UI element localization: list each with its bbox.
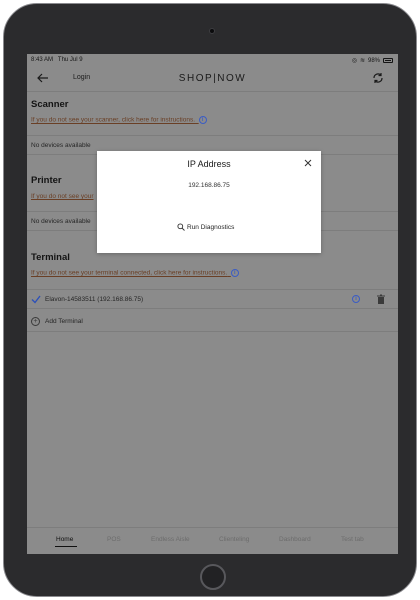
- printer-title: Printer: [31, 175, 62, 186]
- printer-empty-text: No devices available: [31, 218, 91, 225]
- search-icon: [177, 223, 185, 231]
- signal-icon: ◎: [351, 58, 357, 64]
- tab-home[interactable]: Home: [56, 536, 73, 543]
- battery-icon: [383, 58, 393, 63]
- info-icon[interactable]: i: [198, 116, 207, 124]
- dialog-title: IP Address: [187, 159, 231, 169]
- home-button[interactable]: [200, 564, 226, 590]
- ip-address-dialog: IP Address 192.168.86.75 Run Diagnostics: [97, 151, 321, 253]
- status-time: 8:43 AM: [31, 57, 54, 63]
- status-time-date: 8:43 AM Thu Jul 9: [31, 57, 83, 63]
- app-screen: 8:43 AM Thu Jul 9 ◎ ≋ 98% Login SHOP|NOW…: [27, 54, 398, 554]
- scanner-help-link[interactable]: If you do not see your scanner, click he…: [31, 116, 207, 124]
- battery-percent: 98%: [367, 57, 380, 64]
- printer-help-link[interactable]: If you do not see your: [31, 193, 94, 200]
- terminal-info-icon[interactable]: i: [352, 295, 360, 303]
- tab-clienteling[interactable]: Clienteling: [219, 536, 249, 543]
- info-icon[interactable]: i: [230, 269, 239, 277]
- run-diagnostics-label[interactable]: Run Diagnostics: [187, 224, 234, 231]
- run-diagnostics-button[interactable]: Run Diagnostics: [177, 221, 243, 233]
- tab-pos[interactable]: POS: [107, 536, 121, 543]
- add-terminal-button[interactable]: + Add Terminal: [27, 312, 398, 332]
- scanner-help-text[interactable]: If you do not see your scanner, click he…: [31, 117, 195, 124]
- printer-help-text[interactable]: If you do not see your: [31, 193, 94, 200]
- tab-test-tab[interactable]: Test tab: [341, 536, 364, 543]
- brand-logo: SHOP|NOW: [178, 73, 247, 84]
- terminal-help-text[interactable]: If you do not see your terminal connecte…: [31, 270, 227, 277]
- scanner-title: Scanner: [31, 99, 69, 110]
- app-bar: Login SHOP|NOW: [27, 66, 398, 92]
- add-terminal-label: Add Terminal: [45, 318, 83, 325]
- bottom-tab-bar: Home POS Endless Aisle Clienteling Dashb…: [27, 527, 398, 554]
- plus-circle-icon: +: [31, 317, 40, 326]
- tablet-frame: 8:43 AM Thu Jul 9 ◎ ≋ 98% Login SHOP|NOW…: [3, 3, 417, 597]
- trash-icon[interactable]: [376, 294, 386, 305]
- terminal-device-label: Elavon-14583511 (192.168.86.75): [45, 296, 144, 303]
- tab-endless-aisle[interactable]: Endless Aisle: [151, 536, 190, 543]
- terminal-device-row[interactable]: Elavon-14583511 (192.168.86.75) i: [27, 289, 398, 309]
- tab-dashboard[interactable]: Dashboard: [279, 536, 311, 543]
- status-bar: 8:43 AM Thu Jul 9 ◎ ≋ 98%: [27, 54, 398, 66]
- status-date: Thu Jul 9: [57, 57, 83, 63]
- active-tab-indicator: [55, 546, 77, 547]
- camera-icon: [209, 28, 215, 34]
- status-indicators: ◎ ≋ 98%: [352, 57, 393, 64]
- close-icon[interactable]: [304, 159, 312, 167]
- terminal-title: Terminal: [31, 252, 70, 263]
- scanner-empty-text: No devices available: [31, 142, 91, 149]
- refresh-icon[interactable]: [371, 71, 385, 85]
- terminal-help-link[interactable]: If you do not see your terminal connecte…: [31, 269, 239, 277]
- wifi-icon: ≋: [359, 58, 365, 64]
- checkmark-icon: [31, 295, 41, 304]
- dialog-ip-value: 192.168.86.75: [188, 182, 230, 189]
